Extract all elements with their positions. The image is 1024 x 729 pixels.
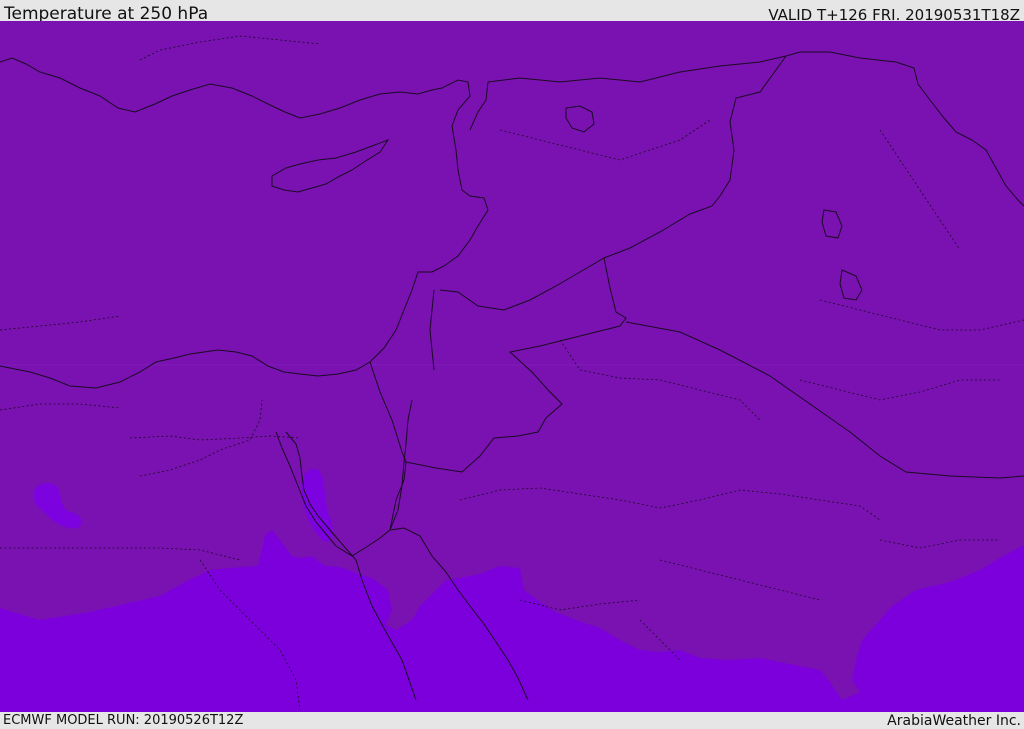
- map-canvas: [0, 21, 1024, 712]
- forecast-map-view: Temperature at 250 hPa VALID T+126 FRI. …: [0, 0, 1024, 729]
- credit-label: ArabiaWeather Inc.: [887, 713, 1021, 729]
- model-run-label: ECMWF MODEL RUN: 20190526T12Z: [3, 713, 244, 728]
- map-footer: ECMWF MODEL RUN: 20190526T12Z ArabiaWeat…: [0, 712, 1024, 729]
- temperature-map: [0, 21, 1024, 712]
- map-header: Temperature at 250 hPa VALID T+126 FRI. …: [0, 0, 1024, 24]
